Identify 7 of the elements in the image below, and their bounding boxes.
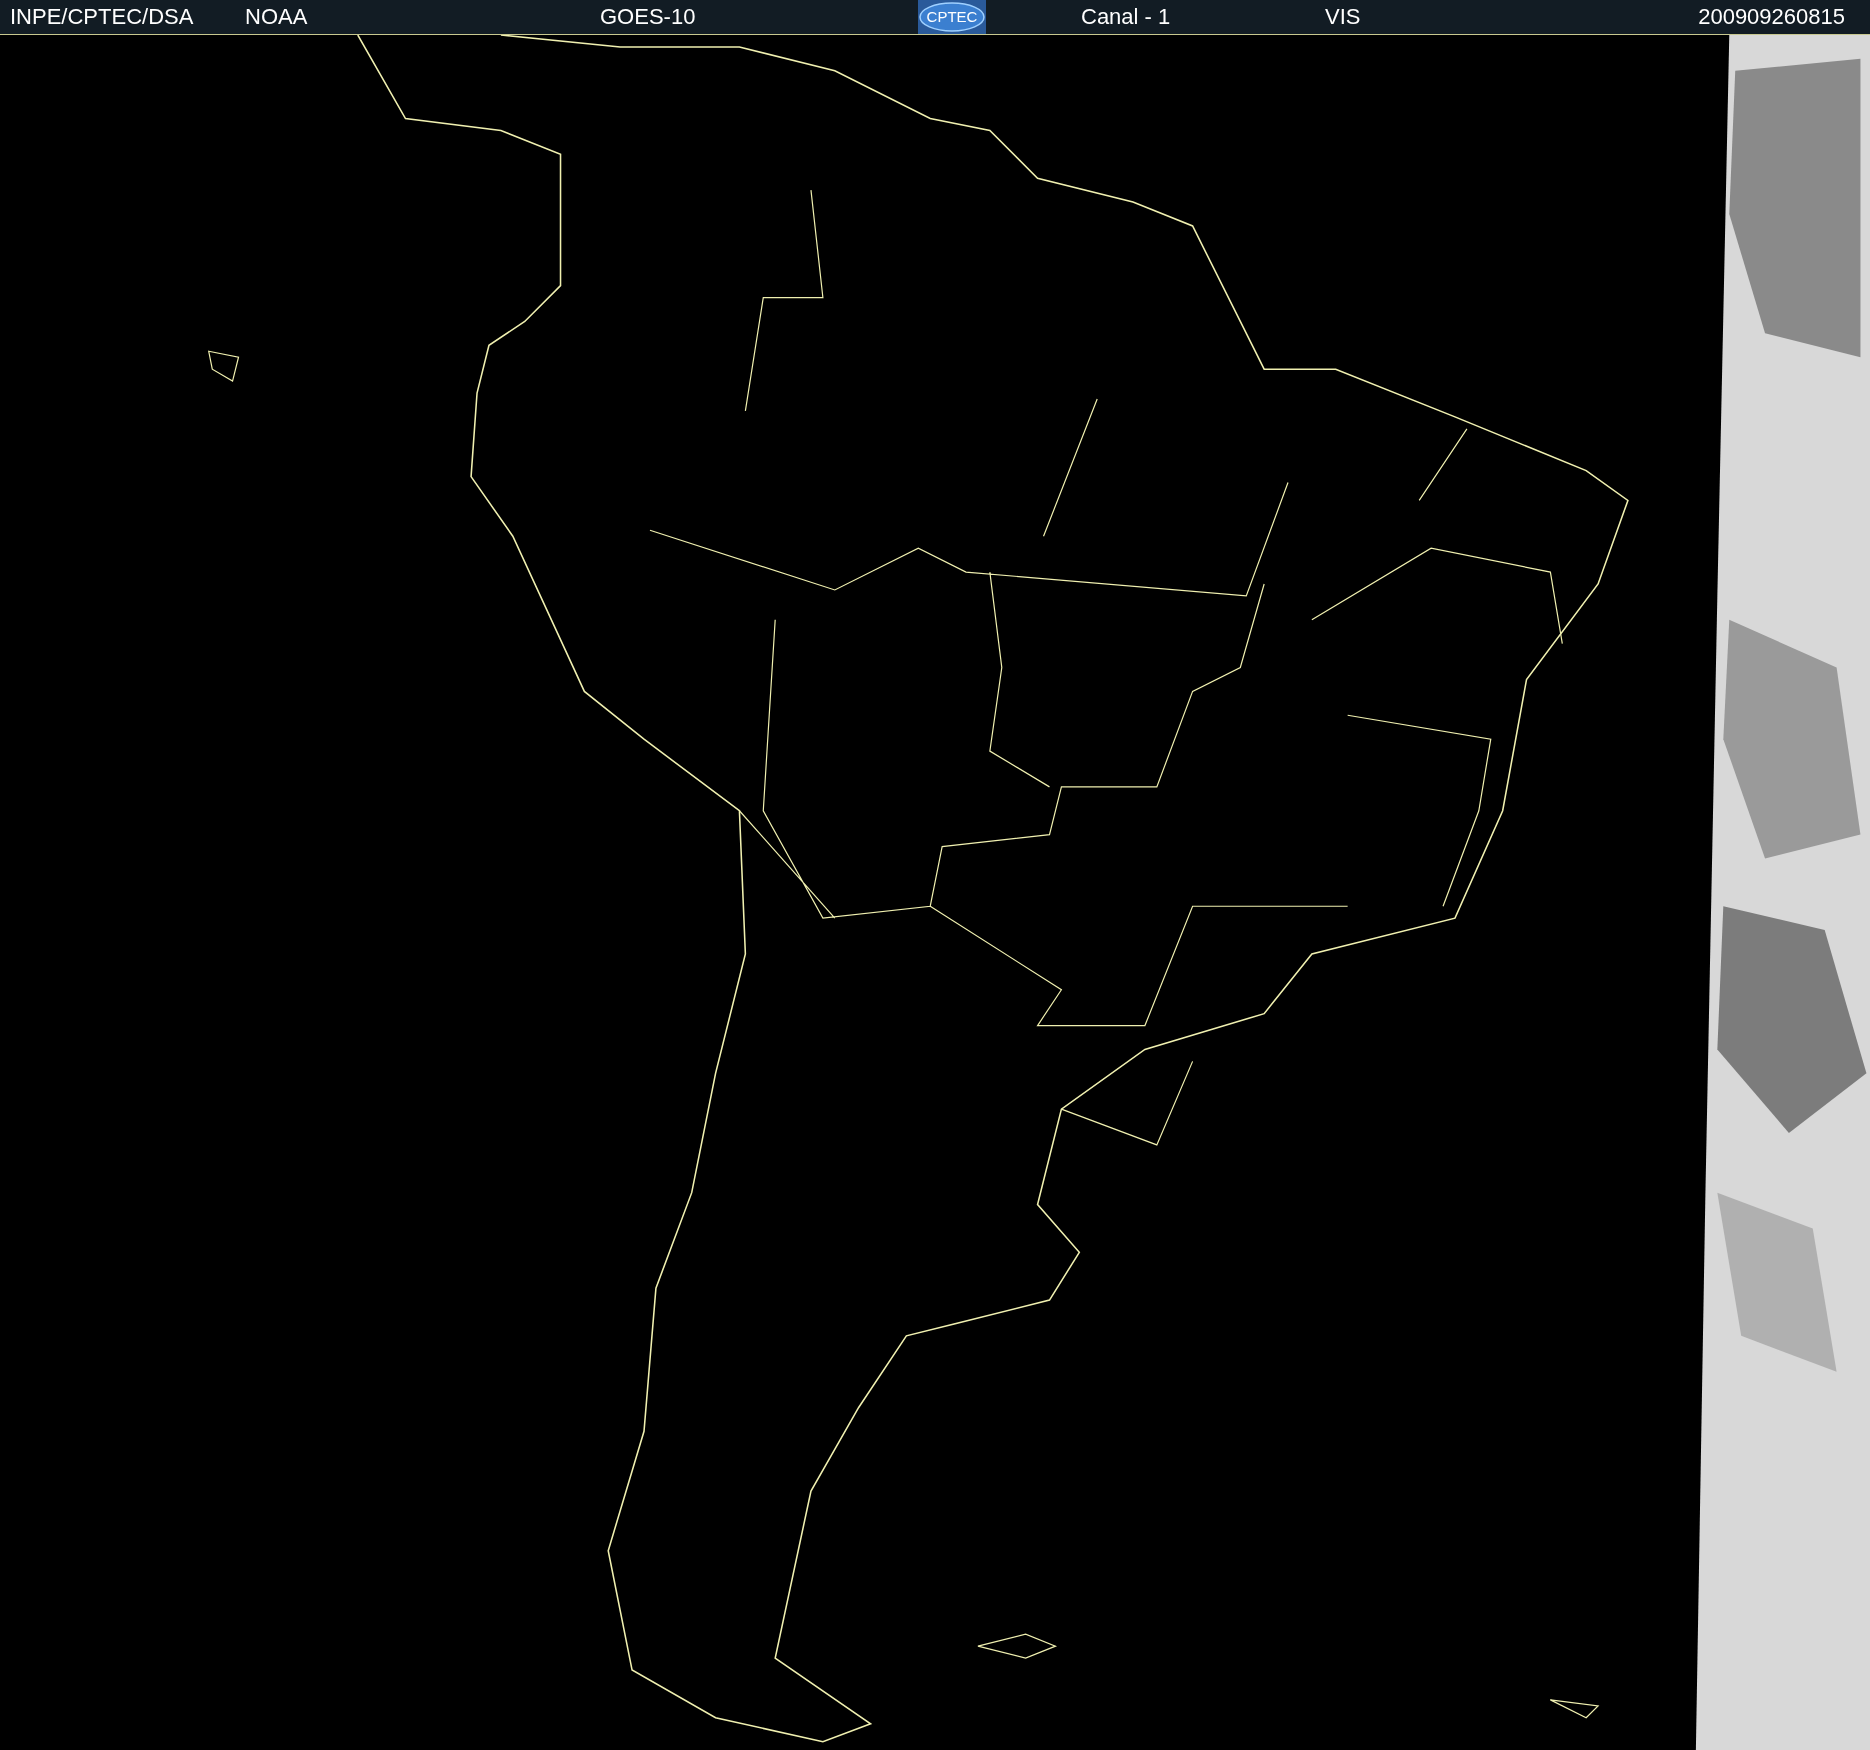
channel-label: Canal - 1	[1080, 4, 1172, 30]
source-label: INPE/CPTEC/DSA	[10, 4, 195, 30]
agency-label: NOAA	[245, 4, 309, 30]
timestamp-label: 200909260815	[1698, 4, 1846, 30]
band-label: VIS	[1325, 4, 1362, 30]
satellite-label: GOES-10	[600, 4, 697, 30]
logo-icon: CPTEC	[918, 0, 986, 34]
